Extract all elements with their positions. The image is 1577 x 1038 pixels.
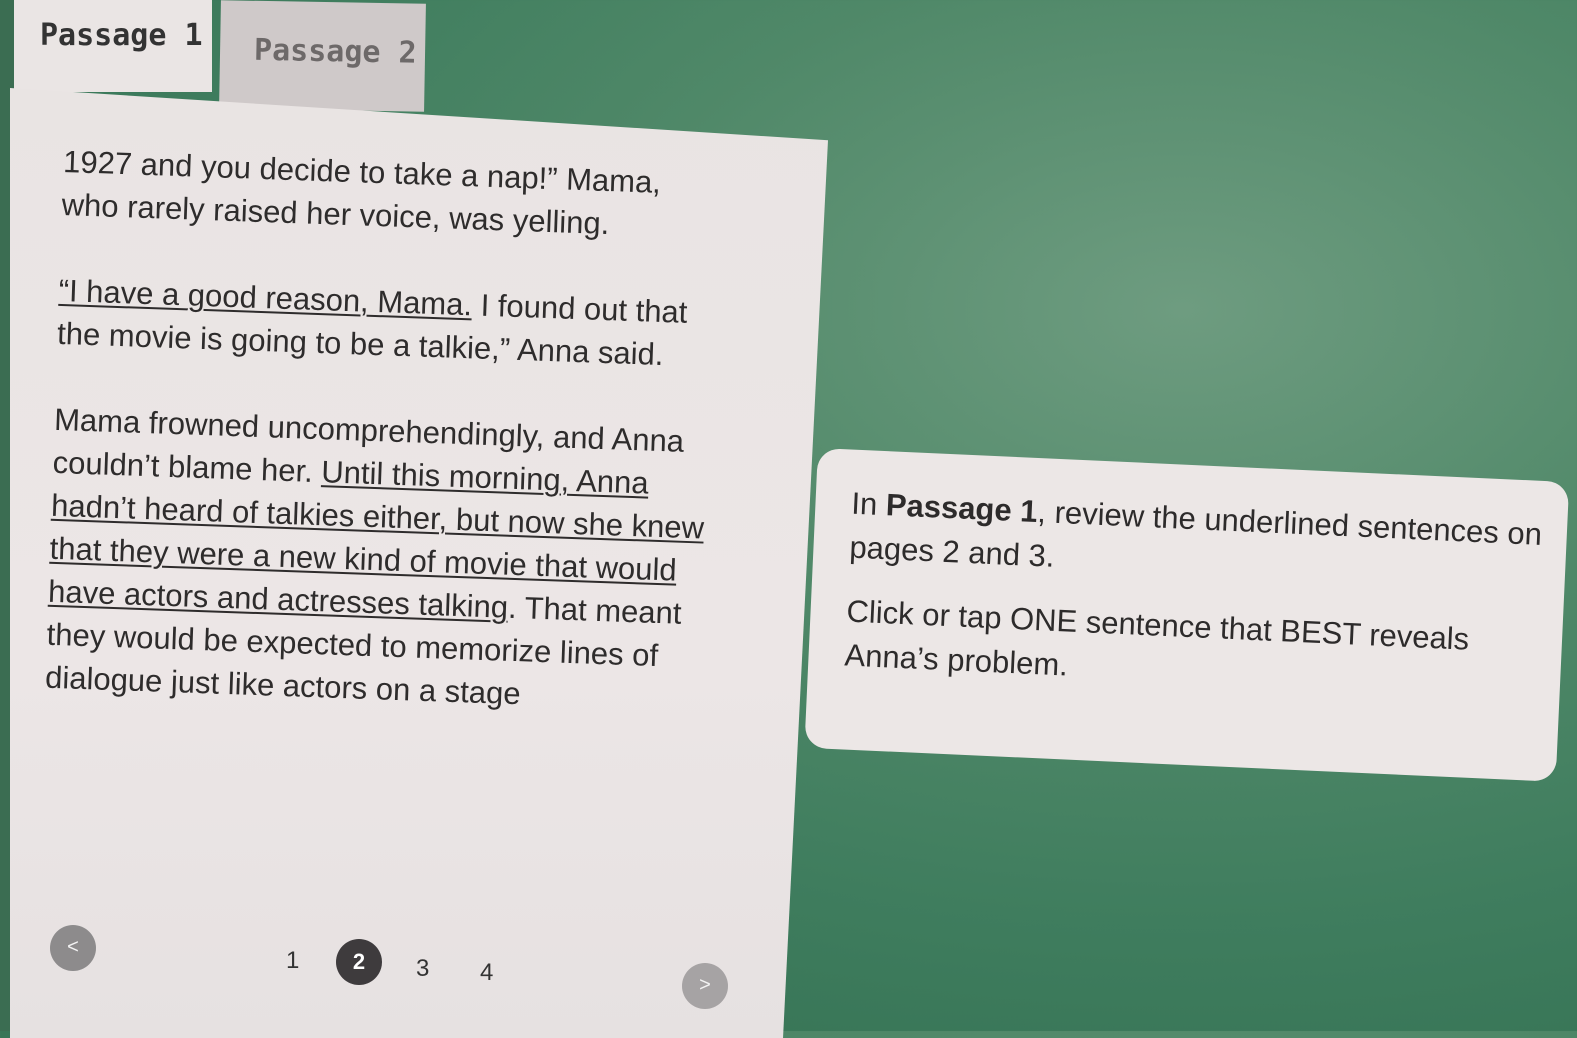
passage-text: 1927 and you decide to take a nap!” Mama… <box>43 140 724 765</box>
page-1-link[interactable]: 1 <box>286 947 299 975</box>
paragraph-3: Mama frowned uncomprehendingly, and Anna… <box>44 398 714 722</box>
page-2-current[interactable]: 2 <box>336 939 382 985</box>
paragraph-2: “I have a good reason, Mama. I found out… <box>56 269 719 378</box>
prompt-text: In <box>850 485 887 523</box>
page-4-link[interactable]: 4 <box>480 959 493 987</box>
tab-passage-2[interactable]: Passage 2 <box>219 0 426 112</box>
previous-page-button[interactable]: < <box>50 925 96 971</box>
tab-passage-1[interactable]: Passage 1 <box>14 0 212 92</box>
prompt-instruction: In Passage 1, review the underlined sent… <box>849 482 1546 601</box>
prompt-question: Click or tap ONE sentence that BEST reve… <box>843 593 1470 683</box>
underlined-sentence-1[interactable]: “I have a good reason, Mama. <box>58 273 473 322</box>
prompt-passage-name: Passage 1 <box>885 487 1039 530</box>
question-prompt: In Passage 1, review the underlined sent… <box>804 448 1570 782</box>
pagination: < 1 2 3 4 > <box>50 925 750 1009</box>
sentence[interactable]: 1927 and you decide to take a nap!” Mama… <box>61 144 661 241</box>
page-3-link[interactable]: 3 <box>416 955 429 983</box>
next-page-button[interactable]: > <box>682 963 728 1009</box>
